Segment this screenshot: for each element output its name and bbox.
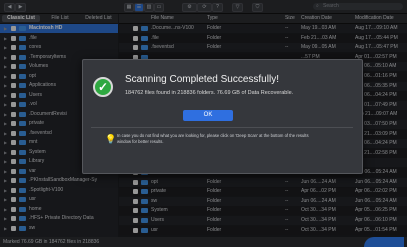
lightbulb-icon: 💡	[105, 134, 117, 144]
dialog-summary: 184762 files found in 218836 folders. 76…	[125, 90, 294, 96]
ok-button[interactable]: OK	[183, 110, 233, 121]
dialog-divider	[91, 127, 353, 128]
dialog-title: Scanning Completed Successfully!	[125, 74, 279, 85]
dialog-hint: In case you do not find what you are loo…	[117, 133, 309, 144]
scan-complete-dialog: ✓ Scanning Completed Successfully! 18476…	[82, 59, 363, 174]
checkmark-icon: ✓	[93, 77, 113, 97]
